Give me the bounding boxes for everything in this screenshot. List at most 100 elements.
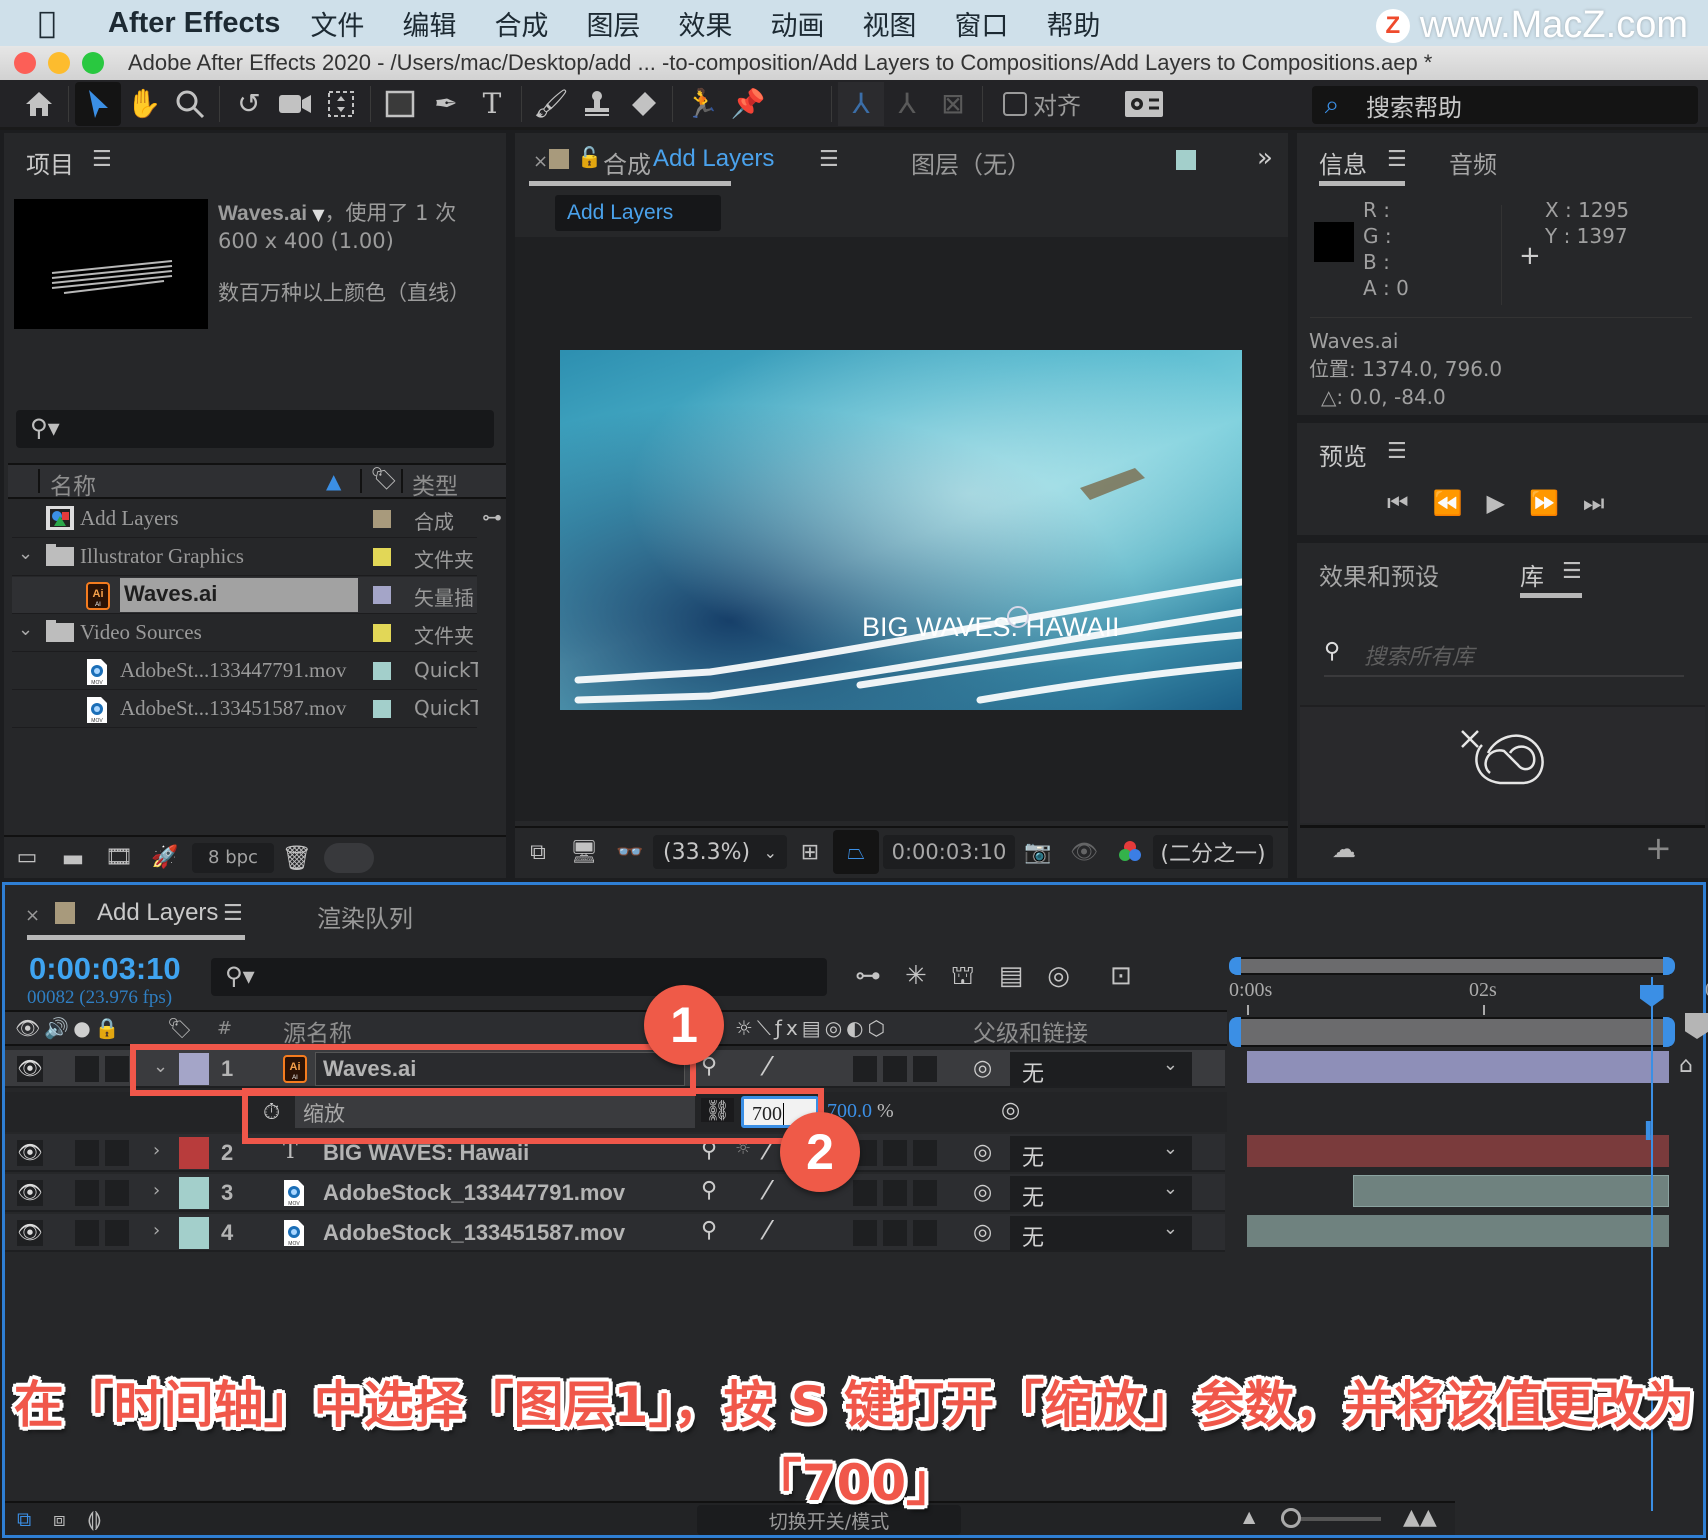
comp-marker-bin-icon[interactable] [1685,1013,1708,1039]
menu-animation[interactable]: 动画 [770,4,824,43]
layer-label-color[interactable] [179,1137,209,1169]
roto-brush-tool-icon[interactable]: 🏃 [679,82,725,126]
label-color-swatch[interactable] [373,586,391,604]
delete-icon[interactable]: 🗑 [274,836,320,880]
time-ruler[interactable]: 0:00s02s04s06s [1229,977,1708,1017]
selected-item-name[interactable]: Waves.ai [218,202,307,225]
visibility-eye-icon[interactable]: 👁 [17,1140,43,1166]
menu-composition[interactable]: 合成 [494,4,548,43]
layer-switch-cell[interactable] [913,1180,937,1206]
shy-layer-icon[interactable]: ⚲ [701,1178,717,1203]
info-tab[interactable]: 信息 [1319,145,1367,180]
navigator-end-handle[interactable] [1663,957,1675,975]
layer-marker-icon[interactable]: ⌂ [1679,1053,1693,1078]
solo-toggle[interactable] [105,1220,129,1246]
frame-blending-icon[interactable]: ▤ [999,961,1024,995]
quality-switch-icon[interactable]: ⁄ [765,1176,769,1206]
project-panel-menu-icon[interactable]: ☰ [92,147,112,172]
always-preview-icon[interactable]: ⧉ [515,830,561,874]
brush-tool-icon[interactable]: 🖌 [528,82,574,126]
comp-text-layer[interactable]: BIG WAVES: HAWAII [862,612,1120,643]
solo-toggle[interactable] [105,1140,129,1166]
label-color-swatch[interactable] [373,548,391,566]
type-tool-icon[interactable]: T [469,82,515,126]
project-item[interactable]: MOV AdobeSt...133447791.mov QuickT [12,653,478,690]
comp-tab-name[interactable]: Add Layers [653,145,774,173]
world-axis-mode-icon[interactable]: ⅄ [884,82,930,126]
layer-switch-cell[interactable] [913,1220,937,1246]
parent-dropdown[interactable]: 无 ⌄ [1010,1216,1192,1251]
menu-effect[interactable]: 效果 [678,4,732,43]
motion-blur-icon[interactable]: ◎ [1047,961,1070,995]
layer-switch-cell[interactable] [883,1220,907,1246]
last-frame-icon[interactable]: ⏭ [1583,489,1605,517]
menu-layer[interactable]: 图层 [586,4,640,43]
rectangle-tool-icon[interactable] [377,82,423,126]
label-color-swatch[interactable] [373,662,391,680]
layer-switch-cell[interactable] [853,1056,877,1082]
home-icon[interactable] [16,82,62,126]
pen-tool-icon[interactable]: ✒ [423,82,469,126]
project-item[interactable]: MOV AdobeSt...133451587.mov QuickT [12,691,478,728]
monitor-icon[interactable]: 🖥 [561,830,607,874]
layer-duration-bar[interactable] [1247,1051,1669,1083]
project-search-field[interactable]: ⚲▾ [16,410,494,448]
parent-pickwhip-icon[interactable]: ◎ [973,1056,992,1081]
apple-icon[interactable]:  [38,6,72,41]
lock-icon[interactable]: 🔓 [577,145,602,169]
workspace-settings-icon[interactable] [1121,82,1167,126]
column-type[interactable]: 类型 [412,467,458,501]
snap-checkbox[interactable] [1003,91,1027,116]
time-navigator[interactable] [1229,957,1675,975]
quality-switch-icon[interactable]: ⁄ [765,1216,769,1246]
first-frame-icon[interactable]: ⏮ [1387,489,1409,517]
solo-toggle[interactable] [105,1180,129,1206]
comp-panel-menu-icon[interactable]: ☰ [819,147,839,172]
visibility-eye-icon[interactable]: 👁 [17,1180,43,1206]
comp-breadcrumb[interactable]: Add Layers [555,195,721,231]
library-search-field[interactable]: ⚲ 搜索所有库 [1324,633,1684,677]
hide-shy-layers-icon[interactable]: ⛫ [951,961,975,995]
layer-switch-cell[interactable] [883,1056,907,1082]
visibility-eye-icon[interactable]: 👁 [17,1056,43,1082]
layer-duration-bar[interactable] [1247,1215,1669,1247]
selection-tool-icon[interactable] [75,81,121,126]
minimize-window-button[interactable] [48,52,70,74]
interpret-footage-icon[interactable]: ▭ [4,836,50,880]
zoom-dropdown[interactable]: (33.3%) ⌄ [653,835,787,869]
project-item[interactable]: ⌄ Video Sources 文件夹 [12,615,477,652]
label-color-swatch[interactable] [373,624,391,642]
layer-switch-cell[interactable] [913,1056,937,1082]
play-icon[interactable]: ▶ [1487,489,1505,517]
more-panels-icon[interactable]: » [1257,143,1273,173]
label-column-icon[interactable]: 🏷 [167,1016,192,1040]
info-panel-menu-icon[interactable]: ☰ [1387,147,1407,172]
project-panel-title[interactable]: 项目 [26,145,74,180]
shy-layer-icon[interactable]: ⚲ [701,1218,717,1243]
puppet-pin-tool-icon[interactable]: 📌 [725,82,771,126]
layer-switch-cell[interactable] [853,1180,877,1206]
draft-3d-icon[interactable]: ✳ [905,961,927,995]
view-axis-mode-icon[interactable]: ⊠ [930,82,976,126]
column-name[interactable]: 名称 [50,467,96,501]
zoom-window-button[interactable] [82,52,104,74]
audio-toggle[interactable] [75,1056,99,1082]
chevron-right-icon[interactable]: › [153,1220,160,1241]
pan-behind-tool-icon[interactable] [318,82,364,126]
show-snapshot-icon[interactable]: 👁 [1061,830,1107,874]
help-search-field[interactable]: ⌕ 搜索帮助 [1312,86,1698,124]
menu-app-name[interactable]: After Effects [108,7,280,40]
layer-name[interactable]: AdobeStock_133451587.mov [323,1220,625,1246]
work-area-start-handle[interactable] [1229,1017,1241,1047]
project-scroll-handle[interactable] [324,842,374,873]
library-tab[interactable]: 库 [1520,557,1544,592]
menu-file[interactable]: 文件 [310,4,364,43]
effects-presets-tab[interactable]: 效果和预设 [1319,557,1439,592]
parent-dropdown[interactable]: 无 ⌄ [1010,1136,1192,1171]
snapshot-camera-icon[interactable]: 📷 [1015,830,1061,874]
local-axis-mode-icon[interactable]: ⅄ [838,81,884,126]
visibility-eye-icon[interactable]: 👁 [17,1220,43,1246]
menu-help[interactable]: 帮助 [1046,4,1100,43]
timeline-tab[interactable]: Add Layers [97,899,218,927]
current-time-field[interactable]: 0:00:03:10 [883,835,1015,869]
